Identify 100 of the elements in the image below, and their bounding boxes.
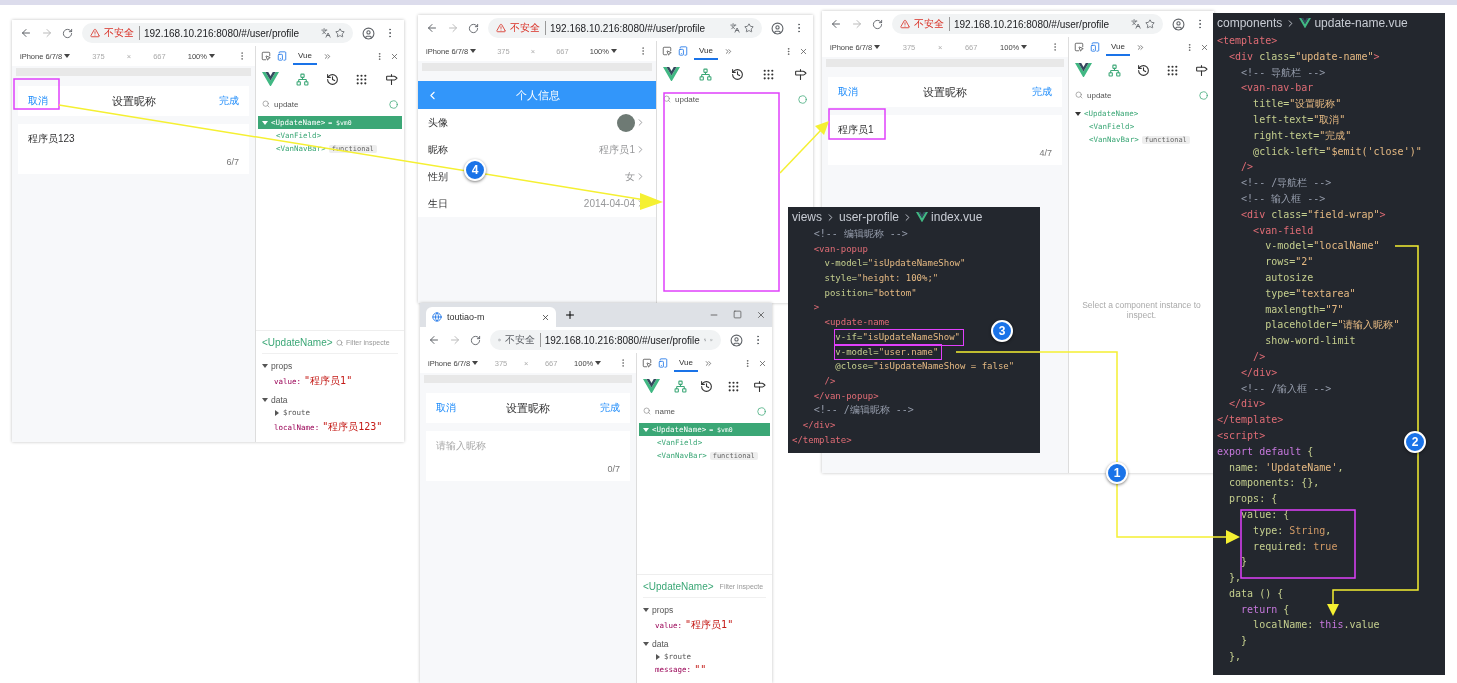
profile-row[interactable]: 生日 2014-04-04 bbox=[418, 190, 656, 217]
components-icon[interactable] bbox=[295, 72, 309, 86]
code-line: maxlength="7" bbox=[1265, 302, 1344, 317]
back-icon[interactable] bbox=[426, 22, 438, 34]
more-icon[interactable] bbox=[784, 46, 793, 56]
reload-icon[interactable] bbox=[62, 27, 73, 39]
row-label: 头像 bbox=[428, 115, 448, 130]
code-line: <van-nav-bar bbox=[1241, 81, 1314, 96]
back-icon[interactable] bbox=[20, 27, 32, 39]
vue-logo-icon[interactable] bbox=[663, 66, 680, 82]
vue-logo-icon[interactable] bbox=[1075, 62, 1092, 78]
profile-icon[interactable] bbox=[730, 333, 743, 347]
vuex-icon[interactable] bbox=[355, 72, 369, 86]
search-field[interactable]: name bbox=[655, 406, 753, 416]
inspect-icon[interactable] bbox=[1074, 42, 1084, 52]
cancel-link[interactable]: 取消 bbox=[28, 94, 48, 108]
address-bar[interactable]: 不安全 192.168.10.216:8080/#/user/profile bbox=[892, 14, 1163, 34]
profile-icon[interactable] bbox=[771, 21, 784, 35]
row-label: 生日 bbox=[428, 196, 448, 211]
router-icon[interactable] bbox=[385, 72, 398, 86]
breadcrumb-item[interactable]: components bbox=[1217, 16, 1283, 30]
search-field[interactable]: update bbox=[675, 94, 794, 104]
devtools-tab[interactable]: Vue bbox=[293, 47, 317, 65]
new-tab-icon[interactable] bbox=[564, 309, 576, 321]
vuex-icon[interactable] bbox=[762, 67, 776, 81]
more-tabs-icon[interactable] bbox=[1135, 42, 1145, 52]
vue-logo-icon[interactable] bbox=[1299, 17, 1312, 29]
cancel-link[interactable]: 取消 bbox=[838, 85, 858, 99]
device-toggle-icon[interactable] bbox=[277, 51, 287, 61]
router-icon[interactable] bbox=[753, 379, 766, 393]
devtools-tab[interactable]: Vue bbox=[1106, 38, 1130, 56]
history-icon[interactable] bbox=[730, 67, 744, 81]
done-link[interactable]: 完成 bbox=[1032, 85, 1052, 99]
code-line: </template> bbox=[792, 433, 852, 447]
profile-row[interactable]: 头像 bbox=[418, 109, 656, 136]
close-icon[interactable] bbox=[799, 46, 808, 56]
device-toggle-icon[interactable] bbox=[658, 358, 668, 368]
router-icon[interactable] bbox=[794, 67, 807, 81]
close-icon[interactable] bbox=[756, 310, 766, 320]
breadcrumb-item[interactable]: views bbox=[792, 210, 822, 224]
cancel-link[interactable]: 取消 bbox=[436, 401, 456, 415]
done-link[interactable]: 完成 bbox=[600, 401, 620, 415]
code-line: autosize bbox=[1265, 270, 1314, 285]
reload-icon[interactable] bbox=[470, 334, 481, 346]
reload-icon[interactable] bbox=[468, 22, 479, 34]
history-icon[interactable] bbox=[325, 72, 339, 86]
back-icon[interactable] bbox=[830, 18, 842, 30]
refresh-icon[interactable] bbox=[1199, 90, 1208, 100]
more-tabs-icon[interactable] bbox=[322, 51, 332, 61]
close-icon[interactable] bbox=[541, 312, 550, 322]
devtools-tab[interactable]: Vue bbox=[674, 354, 698, 372]
more-tabs-icon[interactable] bbox=[723, 46, 733, 56]
profile-icon[interactable] bbox=[362, 26, 375, 40]
address-bar[interactable]: 不安全 192.168.10.216:8080/#/user/profile bbox=[490, 330, 721, 350]
more-icon[interactable] bbox=[743, 358, 752, 368]
more-icon[interactable] bbox=[375, 51, 384, 61]
caret-icon bbox=[610, 48, 617, 54]
address-bar[interactable]: 不安全 192.168.10.216:8080/#/user/profile bbox=[82, 23, 353, 43]
highlight-frame bbox=[13, 78, 60, 110]
devtools-tab[interactable]: Vue bbox=[694, 42, 718, 60]
more-icon[interactable] bbox=[1185, 42, 1194, 52]
components-icon[interactable] bbox=[698, 67, 712, 81]
router-icon[interactable] bbox=[1195, 63, 1208, 77]
vuex-icon[interactable] bbox=[1166, 63, 1179, 77]
inspect-icon[interactable] bbox=[261, 51, 271, 61]
close-icon[interactable] bbox=[390, 51, 399, 61]
browser-tab[interactable]: toutiao-m bbox=[426, 307, 556, 327]
maximize-icon[interactable] bbox=[733, 310, 742, 319]
address-bar[interactable]: 不安全 192.168.10.216:8080/#/user/profile bbox=[488, 18, 762, 38]
refresh-icon[interactable] bbox=[798, 94, 807, 104]
breadcrumb-item[interactable]: user-profile bbox=[839, 210, 900, 224]
back-icon[interactable] bbox=[428, 334, 440, 346]
reload-icon[interactable] bbox=[872, 18, 883, 30]
components-icon[interactable] bbox=[1108, 63, 1121, 77]
components-icon[interactable] bbox=[673, 379, 687, 393]
vue-logo-icon[interactable] bbox=[916, 211, 929, 223]
property-value: "" bbox=[694, 664, 707, 675]
refresh-icon[interactable] bbox=[389, 99, 398, 109]
profile-icon[interactable] bbox=[1172, 17, 1185, 31]
close-icon[interactable] bbox=[1200, 42, 1209, 52]
inspect-icon[interactable] bbox=[642, 358, 652, 368]
history-icon[interactable] bbox=[1137, 63, 1150, 77]
breadcrumb-item[interactable]: index.vue bbox=[931, 210, 983, 224]
device-toggle-icon[interactable] bbox=[1090, 42, 1100, 52]
search-field[interactable]: update bbox=[1087, 90, 1195, 100]
search-field[interactable]: update bbox=[274, 99, 385, 109]
history-icon[interactable] bbox=[700, 379, 713, 393]
breadcrumb-item[interactable]: update-name.vue bbox=[1314, 16, 1408, 30]
inspect-icon[interactable] bbox=[662, 46, 672, 56]
vuex-icon[interactable] bbox=[726, 379, 740, 393]
code-line: <van-popup bbox=[813, 242, 868, 256]
device-toggle-icon[interactable] bbox=[678, 46, 688, 56]
vue-logo-icon[interactable] bbox=[643, 378, 660, 394]
close-icon[interactable] bbox=[758, 358, 767, 368]
done-link[interactable]: 完成 bbox=[219, 94, 239, 108]
more-tabs-icon[interactable] bbox=[703, 358, 713, 368]
security-label: 不安全 bbox=[914, 17, 950, 31]
refresh-icon[interactable] bbox=[757, 406, 766, 416]
vue-logo-icon[interactable] bbox=[262, 71, 279, 87]
profile-row[interactable]: 昵称 程序员1 bbox=[418, 136, 656, 163]
